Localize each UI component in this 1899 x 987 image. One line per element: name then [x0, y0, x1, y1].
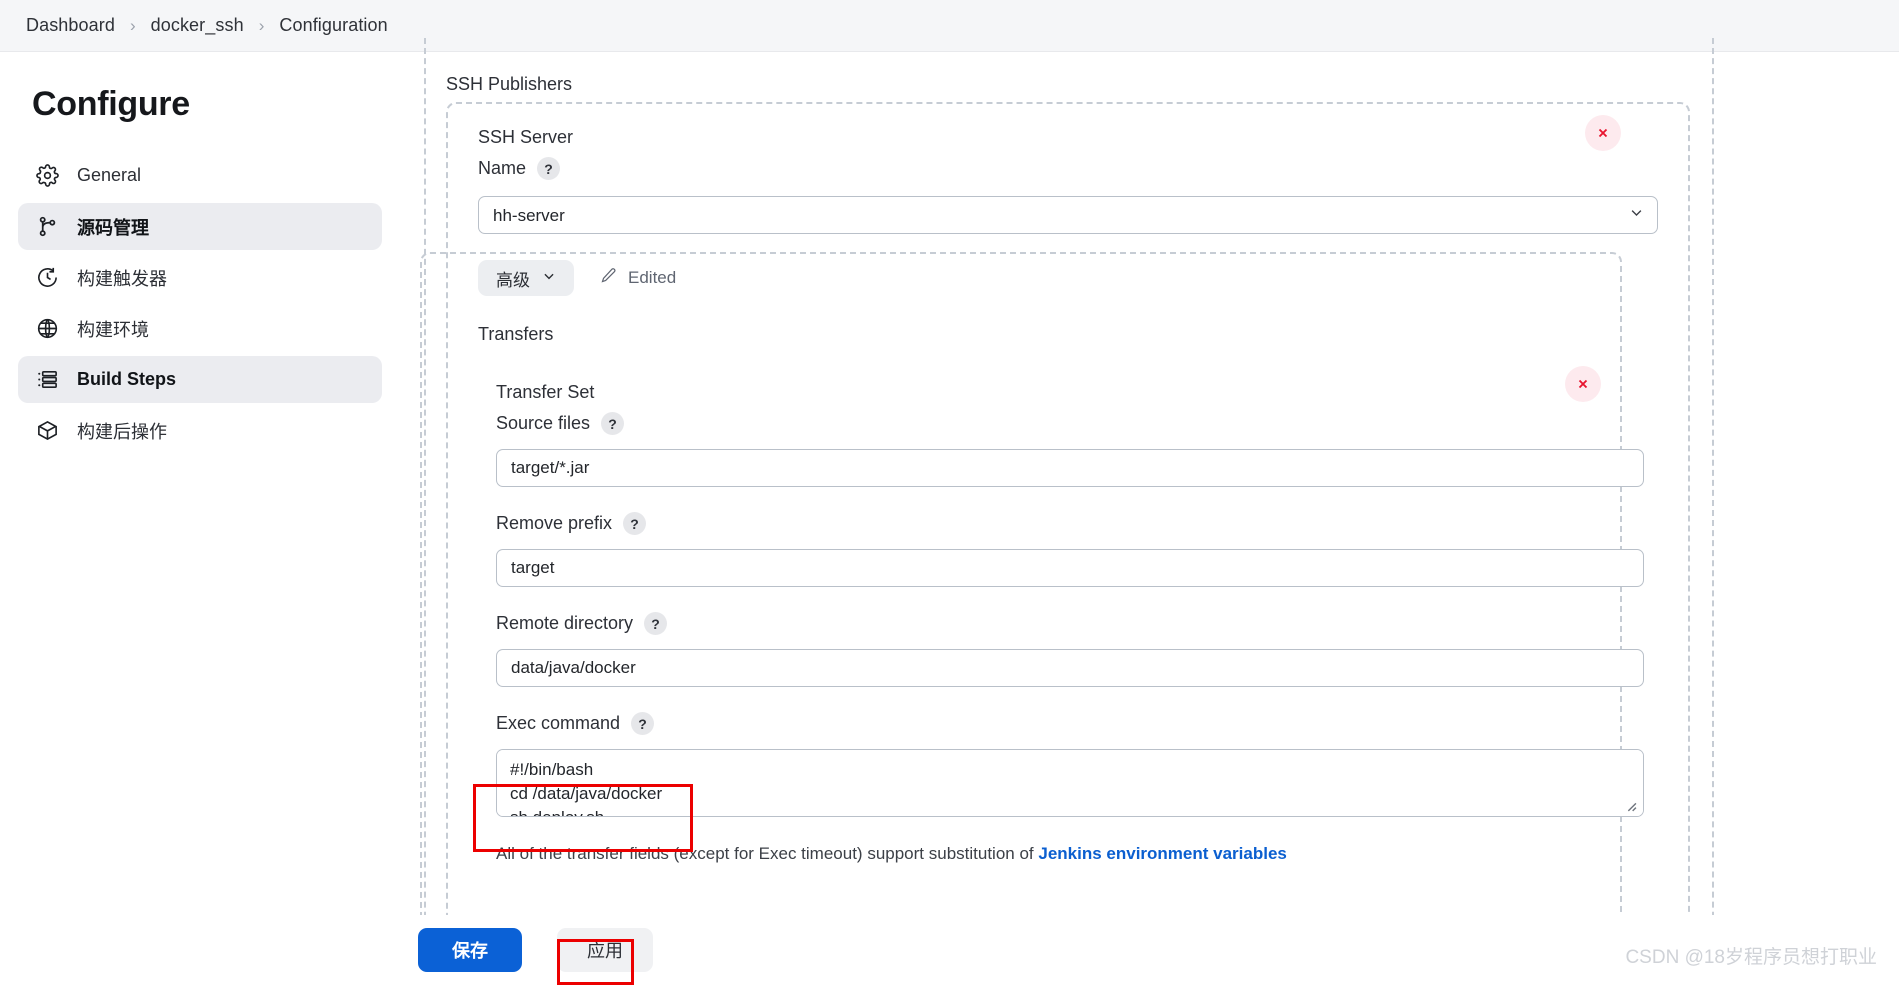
- sidebar-item-post-build-actions[interactable]: 构建后操作: [18, 407, 382, 454]
- transfer-hint-text: All of the transfer fields (except for E…: [496, 844, 1039, 863]
- transfer-set-group: Transfer Set Source files ? Remove prefi…: [496, 382, 1644, 864]
- breadcrumb-separator: ›: [258, 15, 265, 35]
- ssh-server-name-label-row: Name ?: [478, 157, 1658, 180]
- remove-prefix-label: Remove prefix: [496, 513, 613, 533]
- sidebar-item-general[interactable]: General: [18, 152, 382, 199]
- main-content: SSH Publishers SSH Server Name ? hh-serv…: [400, 38, 1899, 987]
- help-icon[interactable]: ?: [644, 612, 668, 635]
- sidebar-item-label: 构建后操作: [77, 421, 167, 442]
- ssh-server-name-select-wrap: hh-server: [478, 196, 1658, 234]
- sidebar-item-label: Build Steps: [77, 369, 177, 389]
- globe-icon: [34, 316, 60, 342]
- breadcrumb-item-configuration[interactable]: Configuration: [273, 13, 393, 38]
- jenkins-env-variables-link[interactable]: Jenkins environment variables: [1038, 844, 1287, 863]
- exec-command-label-row: Exec command ?: [496, 712, 1644, 735]
- jenkins-configure-page: Dashboard › docker_ssh › Configuration C…: [0, 0, 1899, 987]
- gear-icon: [34, 163, 60, 189]
- apply-button[interactable]: 应用: [557, 928, 653, 972]
- transfer-hint: All of the transfer fields (except for E…: [496, 844, 1644, 864]
- ssh-server-name-select[interactable]: hh-server: [478, 196, 1658, 234]
- help-icon[interactable]: ?: [601, 412, 625, 435]
- exec-command-label: Exec command: [496, 713, 621, 733]
- breadcrumb-item-docker-ssh[interactable]: docker_ssh: [145, 13, 250, 38]
- sidebar-item-label: 构建环境: [77, 319, 149, 340]
- branch-icon: [34, 214, 60, 240]
- exec-command-wrap: #!/bin/bash cd /data/java/docker sh depl…: [496, 749, 1644, 822]
- list-icon: [34, 367, 60, 393]
- sidebar-item-build-environment[interactable]: 构建环境: [18, 305, 382, 352]
- ssh-server-group-label: SSH Server: [478, 127, 574, 147]
- help-icon[interactable]: ?: [537, 157, 561, 180]
- sidebar-item-build-triggers[interactable]: 构建触发器: [18, 254, 382, 301]
- delete-ssh-server-button[interactable]: [1585, 115, 1621, 151]
- transfer-set-group-label: Transfer Set: [496, 382, 595, 402]
- source-files-label: Source files: [496, 413, 591, 433]
- sidebar-nav: General 源码管理 构建触发器 构建环境 Build Steps 构建后操…: [0, 152, 400, 454]
- section-title-ssh-publishers: SSH Publishers: [446, 74, 573, 94]
- source-files-label-row: Source files ?: [496, 412, 1644, 435]
- page-title: Configure: [32, 85, 190, 123]
- source-files-input[interactable]: [496, 449, 1644, 487]
- exec-command-textarea[interactable]: #!/bin/bash cd /data/java/docker sh depl…: [496, 749, 1644, 817]
- remove-prefix-input[interactable]: [496, 549, 1644, 587]
- sidebar: Configure General 源码管理 构建触发器 构建环境 Build …: [0, 52, 400, 987]
- sidebar-item-label: General: [77, 165, 142, 185]
- save-button[interactable]: 保存: [418, 928, 522, 972]
- box-icon: [34, 418, 60, 444]
- sidebar-item-label: 构建触发器: [77, 268, 167, 289]
- remove-prefix-label-row: Remove prefix ?: [496, 512, 1644, 535]
- ssh-server-name-label: Name: [478, 158, 527, 178]
- sidebar-item-build-steps[interactable]: Build Steps: [18, 356, 382, 403]
- help-icon[interactable]: ?: [623, 512, 647, 535]
- watermark: CSDN @18岁程序员想打职业: [1625, 947, 1877, 968]
- remote-directory-label-row: Remote directory ?: [496, 612, 1644, 635]
- close-icon: [1578, 379, 1588, 389]
- sidebar-item-label: 源码管理: [77, 217, 149, 238]
- remote-directory-label: Remote directory: [496, 613, 634, 633]
- remote-directory-input[interactable]: [496, 649, 1644, 687]
- clock-icon: [34, 265, 60, 291]
- sidebar-item-source-code-management[interactable]: 源码管理: [18, 203, 382, 250]
- breadcrumb-separator: ›: [129, 15, 136, 35]
- close-icon: [1598, 128, 1608, 138]
- delete-transfer-set-button[interactable]: [1565, 366, 1601, 402]
- breadcrumb-item-dashboard[interactable]: Dashboard: [20, 13, 121, 38]
- help-icon[interactable]: ?: [631, 712, 655, 735]
